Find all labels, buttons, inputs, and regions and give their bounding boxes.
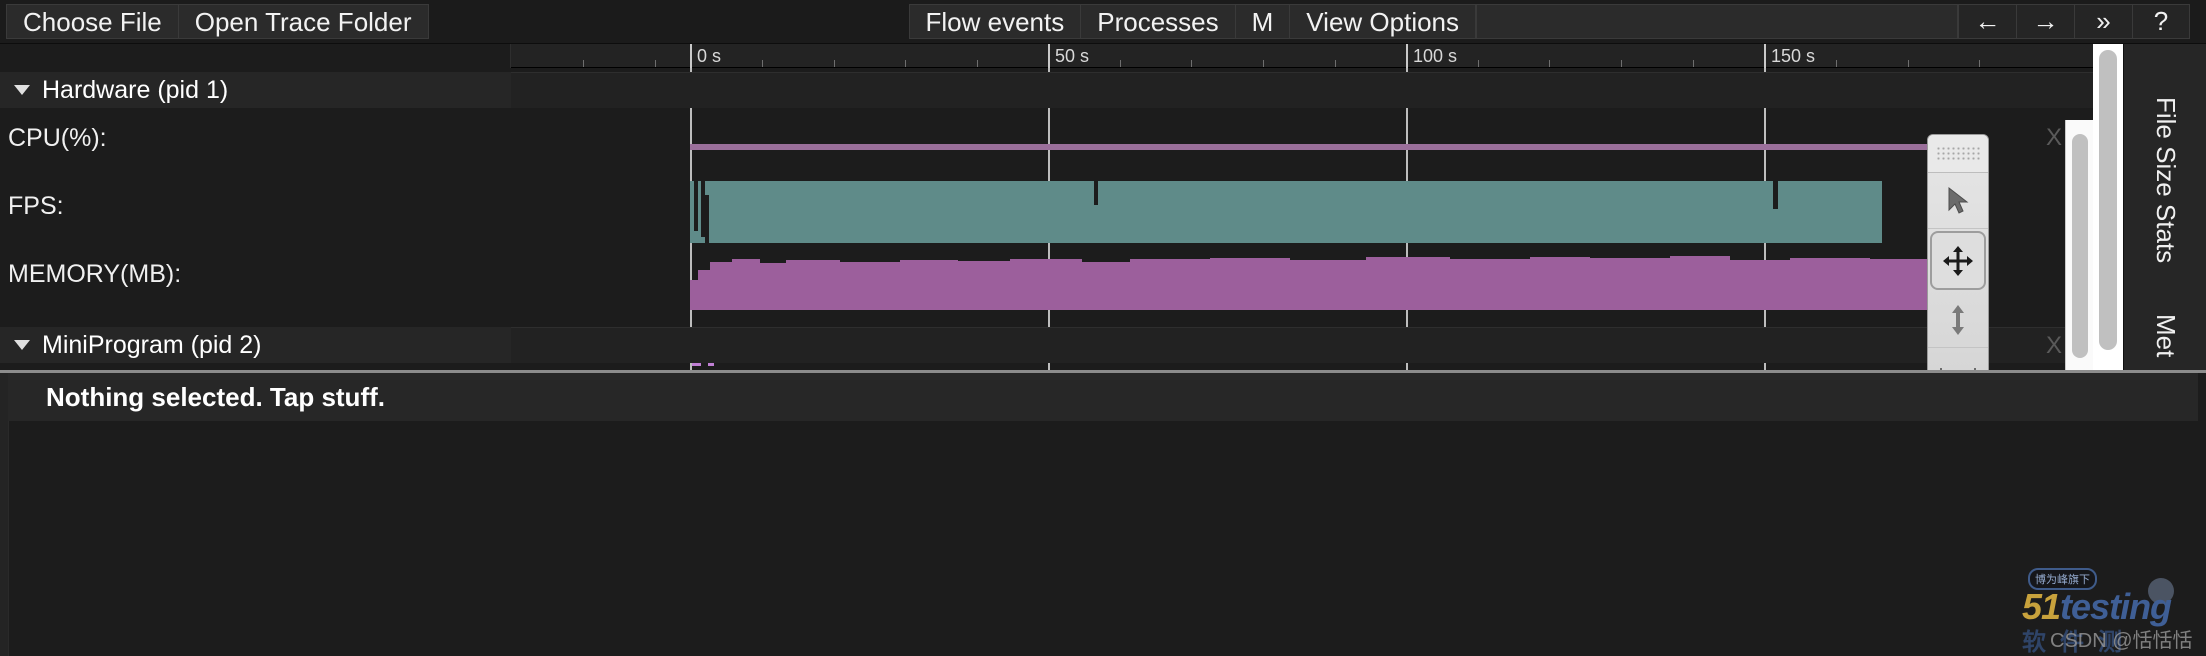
process-hardware-header[interactable]: Hardware (pid 1) — [0, 72, 511, 108]
navigation-widget[interactable] — [1927, 134, 1989, 370]
ruler-tick-100s: 100 s — [1406, 44, 1457, 68]
details-message: Nothing selected. Tap stuff. — [46, 381, 385, 412]
chevron-down-icon[interactable] — [14, 85, 30, 95]
vertical-resize-icon[interactable] — [1928, 292, 1988, 348]
inner-scrollbar-thumb[interactable] — [2072, 134, 2088, 358]
ruler-tick-150s: 150 s — [1764, 44, 1815, 68]
ruler-minor-tick — [1263, 60, 1264, 67]
top-toolbar: Choose File Open Trace Folder Flow event… — [0, 0, 2206, 44]
ruler-minor-tick — [834, 60, 835, 67]
view-options-button[interactable]: View Options — [1289, 4, 1477, 39]
select-cursor-icon[interactable] — [1928, 173, 1988, 229]
choose-file-button[interactable]: Choose File — [6, 4, 178, 39]
ruler-minor-tick — [1120, 60, 1121, 67]
open-trace-folder-button[interactable]: Open Trace Folder — [177, 4, 429, 39]
details-body — [8, 421, 2198, 656]
toolbar-search-field[interactable] — [1476, 4, 1958, 39]
details-panel: Nothing selected. Tap stuff. — [0, 370, 2206, 656]
timeline-area[interactable]: 0 s 50 s 100 s 150 s Hardware (pid 1) CP… — [0, 44, 2206, 370]
details-header: Nothing selected. Tap stuff. — [8, 373, 2198, 421]
ruler-minor-tick — [762, 60, 763, 67]
process-hardware-label: Hardware (pid 1) — [42, 75, 229, 104]
fps-series[interactable] — [690, 181, 1882, 243]
ruler-left-cap — [0, 44, 511, 68]
outer-vertical-scrollbar[interactable] — [2093, 44, 2123, 370]
tab-metrics[interactable]: Met — [2124, 306, 2206, 366]
ruler-minor-tick — [1478, 60, 1479, 67]
ruler-minor-tick — [1621, 60, 1622, 67]
processes-button[interactable]: Processes — [1080, 4, 1235, 39]
toolbar-icon-group: ← → » ? — [1958, 0, 2190, 43]
grip-dots-icon — [1936, 145, 1980, 162]
ruler-minor-tick — [1908, 60, 1909, 67]
m-button[interactable]: M — [1234, 4, 1290, 39]
ruler-minor-tick — [1549, 60, 1550, 67]
toolbar-gap — [429, 0, 909, 43]
track-miniprogram-close-button[interactable]: X — [2046, 332, 2062, 360]
ruler-minor-tick — [1836, 60, 1837, 67]
track-cpu-close-button[interactable]: X — [2046, 124, 2062, 152]
ruler-minor-tick — [977, 60, 978, 67]
chevron-down-icon[interactable] — [14, 340, 30, 350]
trace-viewer-app: Choose File Open Trace Folder Flow event… — [0, 0, 2206, 656]
ruler-minor-tick — [1693, 60, 1694, 67]
toolbar-right-pad — [2190, 0, 2206, 43]
ruler-minor-tick — [1191, 60, 1192, 67]
time-ruler[interactable]: 0 s 50 s 100 s 150 s — [0, 44, 2206, 68]
track-fps-label: FPS: — [8, 192, 64, 220]
inner-vertical-scrollbar[interactable] — [2065, 120, 2093, 370]
ruler-minor-tick — [583, 60, 584, 67]
track-memory-label: MEMORY(MB): — [8, 260, 182, 288]
process-miniprogram-header[interactable]: MiniProgram (pid 2) — [0, 327, 511, 363]
ruler-minor-tick — [905, 60, 906, 67]
ruler-minor-tick — [1979, 60, 1980, 67]
outer-scrollbar-thumb[interactable] — [2099, 50, 2117, 350]
ruler-tick-0s: 0 s — [690, 44, 721, 68]
cpu-series[interactable] — [690, 118, 1943, 178]
side-tab-strip: File Size Stats Met — [2123, 44, 2206, 370]
forward-arrow-button[interactable]: → — [2016, 4, 2074, 39]
ruler-minor-tick — [655, 60, 656, 67]
expand-more-button[interactable]: » — [2074, 4, 2132, 39]
toolbar-file-group: Choose File Open Trace Folder — [6, 0, 429, 43]
details-left-rail — [0, 373, 8, 656]
ruler-tick-50s: 50 s — [1048, 44, 1089, 68]
process-miniprogram-label: MiniProgram (pid 2) — [42, 330, 262, 359]
grip-handle-icon[interactable] — [1928, 135, 1988, 173]
tab-file-size-stats[interactable]: File Size Stats — [2124, 60, 2206, 300]
back-arrow-button[interactable]: ← — [1958, 4, 2016, 39]
horizontal-resize-icon[interactable] — [1928, 348, 1988, 370]
track-cpu-label: CPU(%): — [8, 124, 107, 152]
memory-series[interactable] — [690, 254, 1943, 310]
pan-move-icon[interactable] — [1930, 231, 1986, 290]
toolbar-view-group: Flow events Processes M View Options — [908, 0, 1477, 43]
help-button[interactable]: ? — [2132, 4, 2190, 39]
ruler-minor-tick — [1335, 60, 1336, 67]
flow-events-button[interactable]: Flow events — [908, 4, 1081, 39]
